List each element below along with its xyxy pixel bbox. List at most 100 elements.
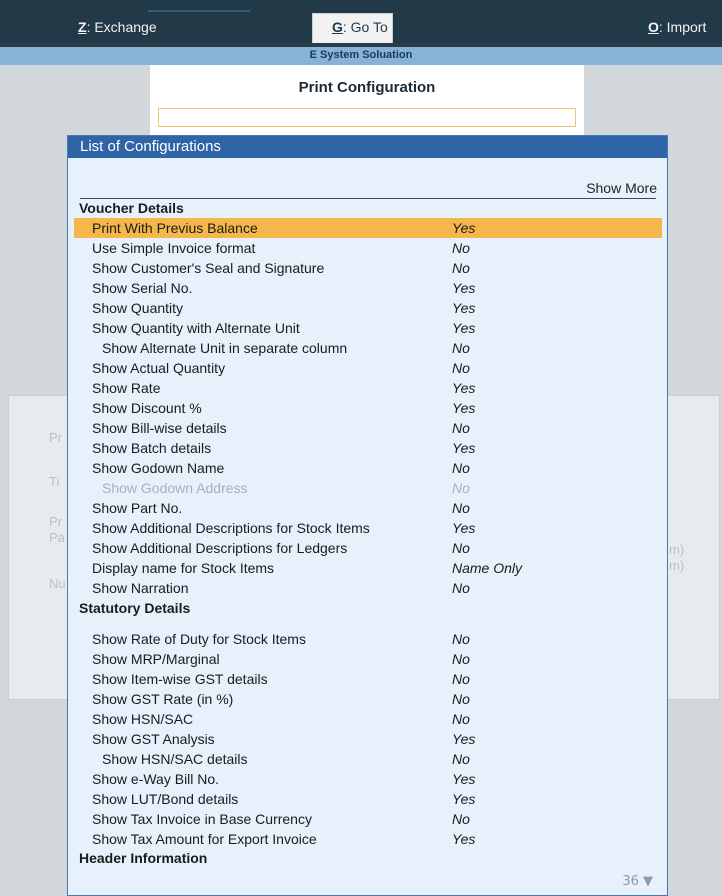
config-value: Yes — [452, 320, 476, 336]
config-label: Show Quantity with Alternate Unit — [92, 320, 300, 336]
config-value: Yes — [452, 831, 476, 847]
import-label: : Import — [658, 19, 707, 35]
config-value: No — [452, 500, 470, 516]
config-label: Show GST Rate (in %) — [92, 691, 234, 707]
print-configuration-header: Print Configuration — [150, 65, 584, 135]
config-value: Yes — [452, 300, 476, 316]
config-label: Show Tax Invoice in Base Currency — [92, 811, 312, 827]
config-value: No — [452, 260, 470, 276]
company-name: E System Soluation — [309, 49, 413, 61]
config-row[interactable]: Show Quantity Yes — [74, 298, 662, 318]
topbar-accent — [148, 10, 250, 12]
config-row[interactable]: Show e-Way Bill No. Yes — [74, 769, 662, 789]
config-value: No — [452, 671, 470, 687]
show-more-button[interactable]: Show More — [586, 180, 657, 196]
config-value: No — [452, 240, 470, 256]
config-row[interactable]: Show Alternate Unit in separate column No — [74, 338, 662, 358]
config-row[interactable]: Show Discount % Yes — [74, 398, 662, 418]
config-value: No — [452, 711, 470, 727]
config-label: Show Narration — [92, 580, 189, 596]
page-count-indicator: 36 ▼ — [622, 874, 653, 889]
import-menu[interactable]: O: Import — [648, 19, 706, 35]
config-row[interactable]: Show Quantity with Alternate Unit Yes — [74, 318, 662, 338]
configuration-search-input[interactable] — [158, 108, 576, 127]
config-label: Show HSN/SAC details — [102, 751, 248, 767]
config-value: No — [452, 580, 470, 596]
config-row[interactable]: Show Actual Quantity No — [74, 358, 662, 378]
config-row[interactable]: Show Bill-wise details No — [74, 418, 662, 438]
bg-fragment-ti: Ti — [49, 474, 60, 489]
config-label: Display name for Stock Items — [92, 560, 275, 576]
dialog-title-bar: List of Configurations — [68, 136, 667, 158]
config-value: No — [452, 420, 470, 436]
config-row[interactable]: Show Item-wise GST details No — [74, 669, 662, 689]
exchange-menu[interactable]: Z: Exchange — [78, 19, 157, 35]
config-label: Use Simple Invoice format — [92, 240, 256, 256]
config-value: Yes — [452, 791, 476, 807]
exchange-shortcut-key: Z — [78, 19, 87, 35]
config-label: Show Item-wise GST details — [92, 671, 268, 687]
config-label: Show Godown Name — [92, 460, 225, 476]
bg-fragment-pr2: Pr — [49, 514, 62, 529]
config-row[interactable]: Show Tax Invoice in Base Currency No — [74, 809, 662, 829]
config-label: Print With Previus Balance — [92, 220, 258, 236]
config-row[interactable]: Show Batch details Yes — [74, 438, 662, 458]
print-configuration-title: Print Configuration — [298, 79, 436, 96]
config-row[interactable]: Display name for Stock Items Name Only — [74, 558, 662, 578]
config-row[interactable]: Show Godown Address No — [74, 478, 662, 498]
config-value: Name Only — [452, 560, 523, 576]
config-label: Show Customer's Seal and Signature — [92, 260, 325, 276]
config-value: No — [452, 691, 470, 707]
config-row[interactable]: Show GST Rate (in %) No — [74, 689, 662, 709]
config-label: Show Bill-wise details — [92, 420, 227, 436]
config-label: Show Actual Quantity — [92, 360, 226, 376]
config-value: Yes — [452, 731, 476, 747]
config-value: No — [452, 460, 470, 476]
config-row[interactable]: Show HSN/SAC No — [74, 709, 662, 729]
config-row[interactable]: Show Customer's Seal and Signature No — [74, 258, 662, 278]
config-row[interactable]: Show HSN/SAC details No — [74, 749, 662, 769]
config-row[interactable]: Show Part No. No — [74, 498, 662, 518]
config-value: No — [452, 480, 470, 496]
config-row[interactable]: Show Additional Descriptions for Ledgers… — [74, 538, 662, 558]
config-value: Yes — [452, 440, 476, 456]
config-label: Show Godown Address — [102, 480, 248, 496]
config-label: Show GST Analysis — [92, 731, 215, 747]
bg-fragment-m1: m) — [669, 542, 685, 557]
config-row[interactable]: Show MRP/Marginal No — [74, 649, 662, 669]
goto-shortcut-key: G — [332, 19, 343, 35]
config-value: Yes — [452, 380, 476, 396]
bg-fragment-pr: Pr — [49, 430, 62, 445]
config-label: Show Tax Amount for Export Invoice — [92, 831, 317, 847]
config-label: Show Additional Descriptions for Stock I… — [92, 520, 370, 536]
section-voucher-details: Voucher Details — [79, 200, 184, 216]
bg-fragment-m2: m) — [669, 558, 685, 573]
config-value: No — [452, 360, 470, 376]
config-label: Show Rate — [92, 380, 161, 396]
config-value: No — [452, 340, 470, 356]
config-label: Show LUT/Bond details — [92, 791, 239, 807]
config-row[interactable]: Show LUT/Bond details Yes — [74, 789, 662, 809]
config-row[interactable]: Use Simple Invoice format No — [74, 238, 662, 258]
config-label: Show Discount % — [92, 400, 202, 416]
goto-button[interactable]: G: Go To — [312, 13, 393, 44]
bg-fragment-nu: Nu — [49, 576, 66, 591]
config-row[interactable]: Show Serial No. Yes — [74, 278, 662, 298]
config-label: Show Quantity — [92, 300, 184, 316]
config-value: Yes — [452, 771, 476, 787]
goto-label-wrap: G: Go To — [332, 19, 388, 35]
config-value: No — [452, 811, 470, 827]
config-value: Yes — [452, 280, 476, 296]
config-row[interactable]: Show Godown Name No — [74, 458, 662, 478]
config-row[interactable]: Show Tax Amount for Export Invoice Yes — [74, 829, 662, 849]
config-value: Yes — [452, 520, 476, 536]
config-row[interactable]: Show Rate of Duty for Stock Items No — [74, 629, 662, 649]
config-row[interactable]: Show Narration No — [74, 578, 662, 598]
config-row[interactable]: Print With Previus Balance Yes — [74, 218, 662, 238]
config-label: Show MRP/Marginal — [92, 651, 220, 667]
config-row[interactable]: Show GST Analysis Yes — [74, 729, 662, 749]
config-row[interactable]: Show Rate Yes — [74, 378, 662, 398]
section-header-information: Header Information — [79, 850, 208, 866]
goto-label: : Go To — [342, 19, 388, 35]
config-row[interactable]: Show Additional Descriptions for Stock I… — [74, 518, 662, 538]
